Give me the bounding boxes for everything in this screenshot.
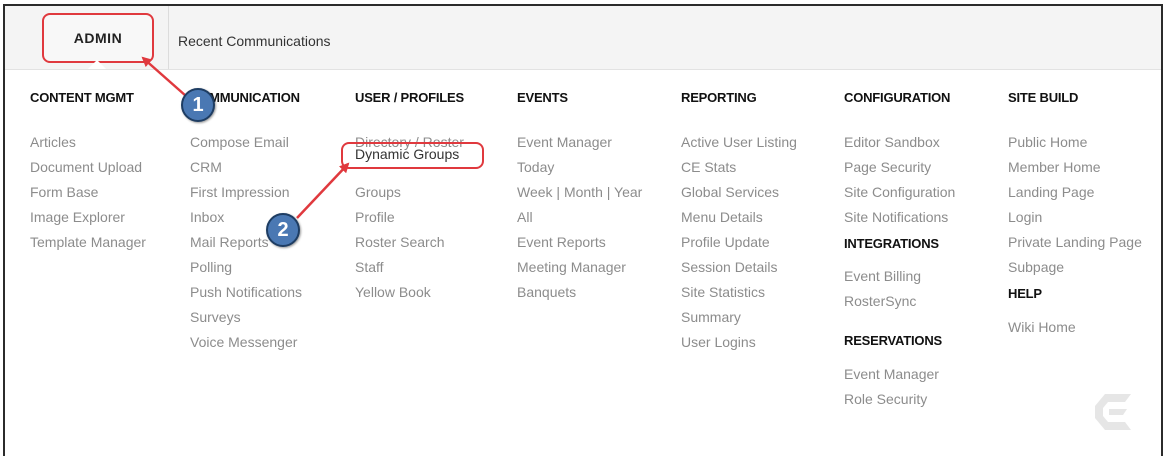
callout-badge-2: 2 bbox=[266, 213, 300, 247]
callout-arrow-2 bbox=[296, 162, 350, 219]
callout-arrow-1 bbox=[141, 56, 187, 97]
callout-arrows bbox=[141, 56, 350, 219]
brand-logo-icon bbox=[1095, 394, 1131, 430]
callout-badge-1: 1 bbox=[181, 88, 215, 122]
